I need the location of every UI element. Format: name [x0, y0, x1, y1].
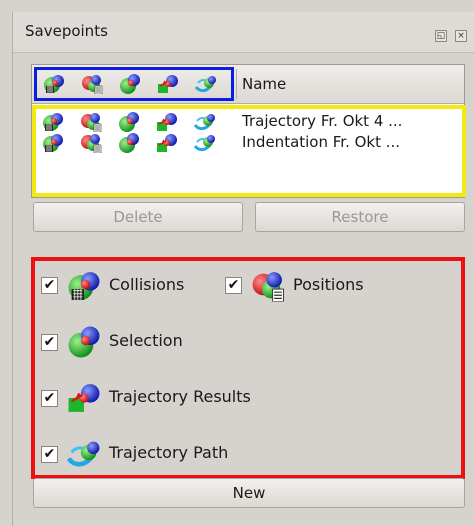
selection-checkbox[interactable]: ✔	[41, 334, 58, 351]
positions-label: Positions	[293, 275, 364, 294]
list-item[interactable]: Indentation Fr. Okt ...	[36, 132, 462, 154]
panel-title: Savepoints	[25, 22, 108, 40]
selection-icon[interactable]	[119, 74, 141, 94]
trajectory-results-icon	[156, 133, 178, 153]
positions-icon	[251, 269, 285, 303]
trajectory-path-label: Trajectory Path	[109, 443, 229, 462]
positions-icon	[80, 112, 102, 132]
close-icon[interactable]: ×	[455, 30, 467, 42]
trajectory-results-label: Trajectory Results	[109, 387, 251, 406]
panel-titlebar[interactable]: Savepoints ◱ ×	[13, 12, 474, 53]
savepoint-name: Indentation Fr. Okt ...	[242, 133, 401, 151]
collisions-icon	[42, 112, 64, 132]
name-column-header[interactable]: Name	[242, 75, 286, 93]
selection-icon	[118, 133, 140, 153]
list-header: Name	[32, 65, 464, 104]
collisions-label: Collisions	[109, 275, 185, 294]
collisions-icon	[67, 269, 101, 303]
positions-icon[interactable]	[81, 74, 103, 94]
selection-icon	[67, 325, 101, 359]
positions-checkbox[interactable]: ✔	[225, 277, 242, 294]
savepoint-rows: Trajectory Fr. Okt 4 ... Indentation Fr.…	[32, 105, 466, 197]
trajectory-path-icon	[67, 437, 101, 471]
positions-icon	[80, 133, 102, 153]
trajectory-results-icon	[156, 112, 178, 132]
collisions-icon[interactable]	[43, 74, 65, 94]
selection-label: Selection	[109, 331, 183, 350]
savepoints-list[interactable]: Name Trajectory Fr. Okt 4 ... Indentatio…	[31, 64, 466, 198]
new-button[interactable]: New	[33, 478, 465, 508]
collisions-icon	[42, 133, 64, 153]
trajectory-results-icon[interactable]	[157, 74, 179, 94]
savepoints-panel: Savepoints ◱ × Name Trajectory Fr. Okt 4…	[12, 12, 474, 526]
trajectory-results-icon	[67, 381, 101, 415]
collisions-checkbox[interactable]: ✔	[41, 277, 58, 294]
trajectory-path-icon	[194, 112, 216, 132]
trajectory-path-checkbox[interactable]: ✔	[41, 446, 58, 463]
header-icon-group	[34, 67, 234, 101]
selection-icon	[118, 112, 140, 132]
float-icon[interactable]: ◱	[435, 30, 447, 42]
list-item[interactable]: Trajectory Fr. Okt 4 ...	[36, 111, 462, 133]
restore-options: ✔ Collisions ✔ Positions ✔ Selection ✔ T…	[31, 257, 465, 479]
trajectory-results-checkbox[interactable]: ✔	[41, 390, 58, 407]
header-separator	[236, 69, 237, 99]
delete-button[interactable]: Delete	[33, 202, 243, 232]
restore-button[interactable]: Restore	[255, 202, 465, 232]
trajectory-path-icon[interactable]	[195, 74, 217, 94]
trajectory-path-icon	[194, 133, 216, 153]
savepoint-name: Trajectory Fr. Okt 4 ...	[242, 112, 403, 130]
